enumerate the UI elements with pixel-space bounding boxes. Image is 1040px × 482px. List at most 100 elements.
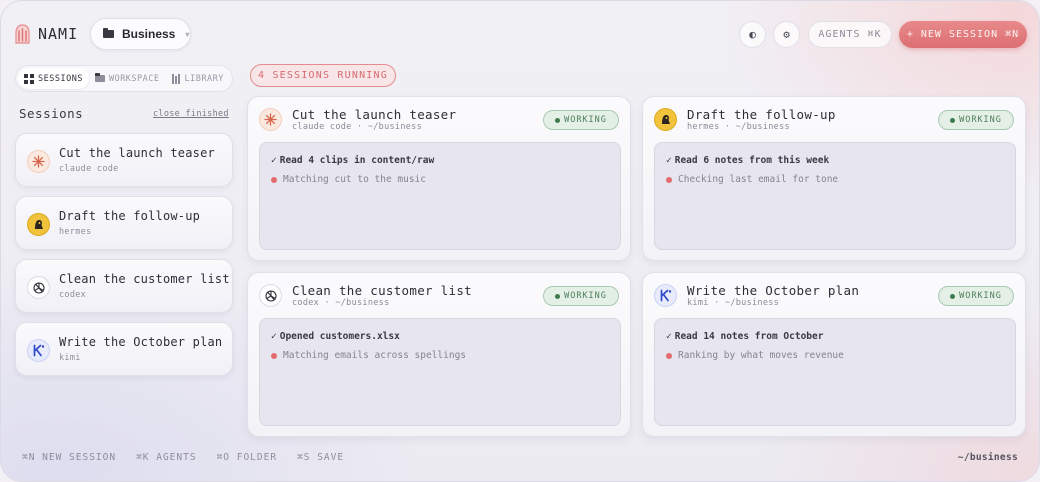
log-current-text: Checking last email for tone bbox=[678, 174, 839, 185]
status-dot-icon bbox=[555, 293, 561, 299]
tab-label: SESSIONS bbox=[38, 73, 83, 84]
folder-icon bbox=[103, 28, 114, 38]
check-icon: ✓ bbox=[666, 331, 672, 342]
shortcut-save: ⌘S SAVE bbox=[297, 452, 345, 463]
kimi-icon bbox=[654, 284, 677, 307]
check-icon: ✓ bbox=[666, 155, 672, 166]
log-done-text: Read 14 notes from October bbox=[674, 331, 824, 342]
new-session-button[interactable]: + NEW SESSION ⌘N bbox=[899, 21, 1027, 48]
sidebar-item-session[interactable]: Clean the customer list codex bbox=[15, 259, 233, 313]
settings-button[interactable]: ⚙ bbox=[773, 21, 800, 48]
card-subtitle: kimi · ~/business bbox=[687, 298, 780, 308]
activity-log: ✓ Read 6 notes from this week Checking la… bbox=[654, 142, 1016, 250]
card-title: Clean the customer list bbox=[292, 283, 472, 298]
status-badge: WORKING bbox=[543, 110, 619, 130]
tab-sessions[interactable]: SESSIONS bbox=[18, 68, 89, 89]
log-done-step: ✓ Read 4 clips in content/raw bbox=[271, 155, 434, 166]
progress-dot-icon bbox=[666, 352, 672, 359]
workspace-selector[interactable]: Business ▾ bbox=[90, 18, 191, 50]
status-badge: WORKING bbox=[938, 110, 1014, 130]
sessions-running-badge: 4 SESSIONS RUNNING bbox=[250, 64, 396, 87]
session-agent: kimi bbox=[59, 353, 81, 363]
hermes-icon bbox=[654, 108, 677, 131]
log-current-step: Matching cut to the music bbox=[271, 174, 426, 185]
activity-log: ✓ Opened customers.xlsx Matching emails a… bbox=[259, 318, 621, 426]
hermes-icon bbox=[27, 213, 50, 236]
log-current-step: Checking last email for tone bbox=[666, 174, 838, 185]
status-badge: WORKING bbox=[543, 286, 619, 306]
status-dot-icon bbox=[950, 293, 956, 299]
activity-log: ✓ Read 4 clips in content/raw Matching cu… bbox=[259, 142, 621, 250]
agents-button[interactable]: AGENTS ⌘K bbox=[808, 21, 892, 48]
sidebar-item-session[interactable]: Cut the launch teaser claude code bbox=[15, 133, 233, 187]
theme-toggle-button[interactable]: ◐ bbox=[739, 21, 766, 48]
card-subtitle: codex · ~/business bbox=[292, 298, 390, 308]
chevron-down-icon: ▾ bbox=[185, 29, 190, 39]
log-current-text: Matching cut to the music bbox=[283, 174, 426, 185]
close-finished-link[interactable]: close finished bbox=[153, 109, 229, 119]
log-current-text: Ranking by what moves revenue bbox=[678, 350, 844, 361]
shortcut-bar: ⌘N NEW SESSION ⌘K AGENTS ⌘O FOLDER ⌘S SA… bbox=[22, 452, 344, 463]
claude-icon bbox=[259, 108, 282, 131]
sidebar-item-session[interactable]: Write the October plan kimi bbox=[15, 322, 233, 376]
tab-label: LIBRARY bbox=[184, 73, 224, 84]
session-title: Clean the customer list bbox=[59, 272, 230, 286]
card-subtitle: claude code · ~/business bbox=[292, 122, 423, 132]
log-done-step: ✓ Read 6 notes from this week bbox=[666, 155, 829, 166]
kimi-icon bbox=[27, 339, 50, 362]
status-label: WORKING bbox=[959, 115, 1002, 125]
log-current-step: Matching emails across spellings bbox=[271, 350, 466, 361]
status-dot-icon bbox=[555, 117, 561, 123]
view-tabs: SESSIONS WORKSPACE LIBRARY bbox=[15, 65, 233, 92]
progress-dot-icon bbox=[666, 176, 672, 183]
progress-dot-icon bbox=[271, 176, 277, 183]
current-directory: ~/business bbox=[957, 452, 1018, 463]
log-done-step: ✓ Read 14 notes from October bbox=[666, 331, 823, 342]
log-current-step: Ranking by what moves revenue bbox=[666, 350, 844, 361]
nami-logo-icon bbox=[15, 24, 30, 44]
card-title: Draft the follow-up bbox=[687, 107, 836, 122]
brand: NAMI bbox=[14, 23, 78, 45]
card-title: Cut the launch teaser bbox=[292, 107, 457, 122]
session-card[interactable]: Write the October plan kimi · ~/business… bbox=[642, 272, 1026, 437]
progress-dot-icon bbox=[271, 352, 277, 359]
codex-icon bbox=[259, 284, 282, 307]
log-done-text: Opened customers.xlsx bbox=[279, 331, 400, 342]
sidebar-title: Sessions bbox=[19, 106, 84, 121]
session-agent: codex bbox=[59, 290, 87, 300]
codex-icon bbox=[27, 276, 50, 299]
sidebar-item-session[interactable]: Draft the follow-up hermes bbox=[15, 196, 233, 250]
log-done-step: ✓ Opened customers.xlsx bbox=[271, 331, 400, 342]
shortcut-folder: ⌘O FOLDER bbox=[216, 452, 278, 463]
shortcut-new-session: ⌘N NEW SESSION bbox=[22, 452, 117, 463]
session-card[interactable]: Clean the customer list codex · ~/busine… bbox=[247, 272, 631, 437]
workspace-name: Business bbox=[122, 27, 176, 41]
log-done-text: Read 6 notes from this week bbox=[674, 155, 830, 166]
gear-icon: ⚙ bbox=[783, 28, 790, 41]
card-subtitle: hermes · ~/business bbox=[687, 122, 790, 132]
status-dot-icon bbox=[950, 117, 956, 123]
tab-workspace[interactable]: WORKSPACE bbox=[89, 68, 166, 89]
status-label: WORKING bbox=[564, 115, 607, 125]
app-window: NAMI Business ▾ ◐ ⚙ AGENTS ⌘K + NEW SESS… bbox=[0, 0, 1040, 482]
status-badge: WORKING bbox=[938, 286, 1014, 306]
session-card[interactable]: Draft the follow-up hermes · ~/business … bbox=[642, 96, 1026, 261]
library-icon bbox=[171, 73, 181, 84]
session-title: Draft the follow-up bbox=[59, 209, 201, 223]
activity-log: ✓ Read 14 notes from October Ranking by w… bbox=[654, 318, 1016, 426]
session-card[interactable]: Cut the launch teaser claude code · ~/bu… bbox=[247, 96, 631, 261]
tab-library[interactable]: LIBRARY bbox=[166, 68, 230, 89]
status-label: WORKING bbox=[959, 291, 1002, 301]
session-title: Cut the launch teaser bbox=[59, 146, 215, 160]
grid-icon bbox=[24, 73, 34, 84]
folder-icon bbox=[94, 73, 105, 82]
session-agent: hermes bbox=[59, 227, 92, 237]
app-name: NAMI bbox=[38, 25, 79, 43]
session-agent: claude code bbox=[59, 164, 119, 174]
check-icon: ✓ bbox=[271, 331, 277, 342]
contrast-icon: ◐ bbox=[749, 28, 756, 41]
shortcut-agents: ⌘K AGENTS bbox=[136, 452, 197, 463]
log-done-text: Read 4 clips in content/raw bbox=[279, 155, 435, 166]
status-label: WORKING bbox=[564, 291, 607, 301]
check-icon: ✓ bbox=[271, 155, 277, 166]
